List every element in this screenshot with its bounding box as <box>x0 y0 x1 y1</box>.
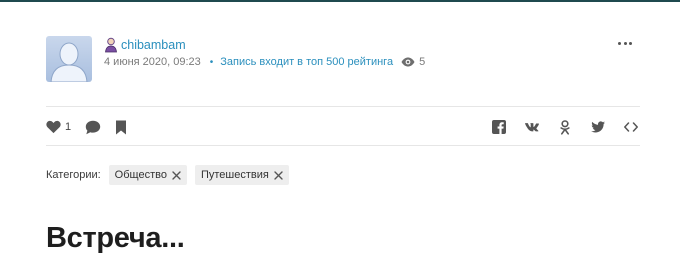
share-odnoklassniki-button[interactable] <box>558 119 572 135</box>
embed-button[interactable] <box>624 119 638 135</box>
more-dots-icon <box>618 42 621 45</box>
facebook-icon <box>492 120 506 134</box>
categories-label: Категории: <box>46 169 101 181</box>
bookmark-icon <box>116 120 127 134</box>
bookmark-button[interactable] <box>115 120 127 135</box>
views-count: 5 <box>419 56 426 68</box>
post-meta: 4 июня 2020, 09:23 • Запись входит в топ… <box>104 55 425 69</box>
vk-icon <box>525 123 539 132</box>
twitter-icon <box>591 121 605 133</box>
rating-link[interactable]: Запись входит в топ 500 рейтинга <box>220 56 393 68</box>
share-bar <box>492 118 638 136</box>
share-facebook-button[interactable] <box>492 119 506 135</box>
user-icon <box>105 37 117 53</box>
eye-icon <box>401 57 415 67</box>
divider <box>46 145 640 146</box>
like-button[interactable]: 1 <box>46 120 71 134</box>
embed-icon <box>624 122 638 132</box>
categories-row: Категории: Общество Путешествия <box>46 165 297 185</box>
comment-button[interactable] <box>85 120 101 135</box>
post-title: Встреча... <box>46 222 185 254</box>
remove-tag-icon[interactable] <box>274 170 283 180</box>
author-row: chibambam <box>104 37 186 53</box>
heart-icon <box>46 120 61 134</box>
category-tag-label: Общество <box>114 169 167 181</box>
post-date: 4 июня 2020, 09:23 <box>104 56 201 68</box>
default-avatar-icon <box>50 42 88 82</box>
category-tag-society[interactable]: Общество <box>108 165 187 185</box>
category-tag-label: Путешествия <box>200 169 269 181</box>
top-rule <box>0 0 680 2</box>
comment-icon <box>85 120 101 134</box>
odnoklassniki-icon <box>560 119 570 135</box>
post-header: chibambam 4 июня 2020, 09:23 • Запись вх… <box>46 36 640 84</box>
more-options-button[interactable] <box>618 42 632 48</box>
author-avatar[interactable] <box>46 36 92 82</box>
post-actions: 1 <box>46 118 141 136</box>
meta-separator: • <box>209 56 214 68</box>
author-name-link[interactable]: chibambam <box>121 38 186 52</box>
like-count: 1 <box>65 121 72 133</box>
category-tag-travel[interactable]: Путешествия <box>194 165 289 185</box>
divider <box>46 106 640 107</box>
remove-tag-icon[interactable] <box>172 170 181 180</box>
share-vk-button[interactable] <box>525 119 539 135</box>
share-twitter-button[interactable] <box>591 119 605 135</box>
